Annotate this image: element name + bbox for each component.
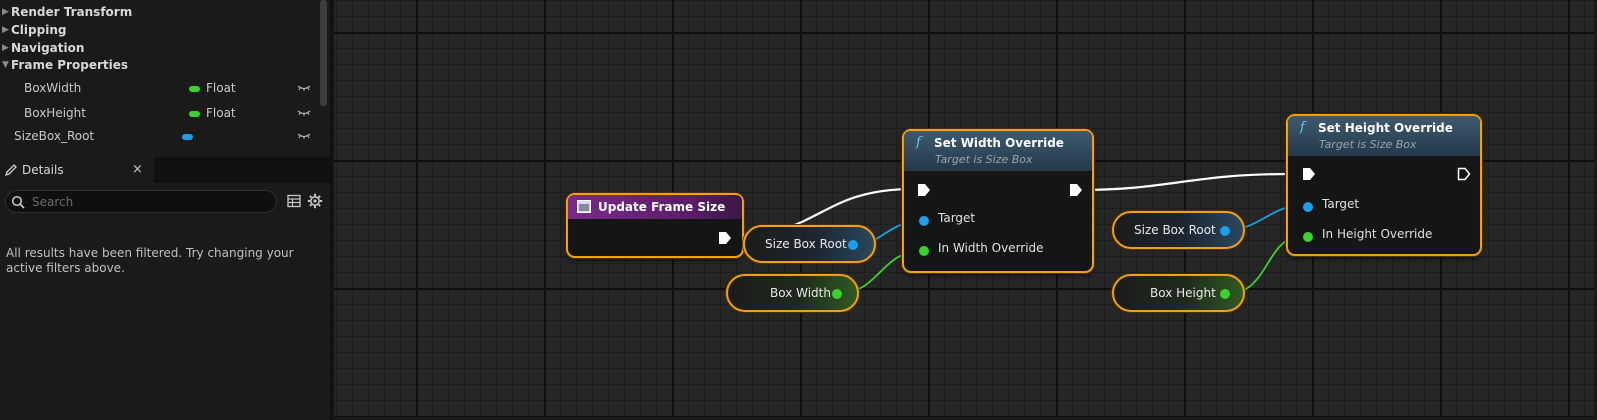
variable-node-box-height[interactable]: Box Height	[1112, 274, 1245, 312]
exec-input-pin[interactable]	[917, 183, 931, 197]
pin-label-target: Target	[1322, 197, 1360, 211]
function-node-set-width-override[interactable]: f Set Width Override Target is Size Box …	[902, 129, 1094, 273]
function-icon: f	[916, 135, 921, 150]
float-output-pin[interactable]	[832, 289, 842, 299]
pin-label-in-height-override: In Height Override	[1322, 227, 1433, 241]
width-input-pin[interactable]	[919, 246, 929, 256]
function-node-set-height-override[interactable]: f Set Height Override Target is Size Box…	[1286, 114, 1482, 256]
exec-input-pin[interactable]	[1302, 167, 1316, 181]
variable-label: Size Box Root	[1134, 223, 1216, 237]
node-title: Set Width Override	[934, 136, 1064, 150]
exec-output-pin[interactable]	[1457, 167, 1471, 181]
variable-node-size-box-root[interactable]: Size Box Root	[743, 225, 876, 263]
variable-label: Box Width	[770, 286, 831, 300]
node-subtitle: Target is Size Box	[1319, 138, 1417, 151]
height-input-pin[interactable]	[1303, 232, 1313, 242]
pin-label-target: Target	[938, 211, 976, 225]
target-input-pin[interactable]	[1303, 202, 1313, 212]
pin-label-in-width-override: In Width Override	[938, 241, 1044, 255]
exec-output-pin[interactable]	[1069, 183, 1083, 197]
object-output-pin[interactable]	[1220, 226, 1230, 236]
node-title: Set Height Override	[1318, 121, 1453, 135]
target-input-pin[interactable]	[919, 216, 929, 226]
node-subtitle: Target is Size Box	[935, 153, 1033, 166]
widget-event-icon	[577, 200, 591, 213]
exec-output-pin[interactable]	[718, 231, 732, 245]
function-icon: f	[1300, 120, 1305, 135]
variable-node-size-box-root[interactable]: Size Box Root	[1112, 211, 1245, 249]
variable-label: Size Box Root	[765, 237, 847, 251]
variable-label: Box Height	[1150, 286, 1216, 300]
variable-node-box-width[interactable]: Box Width	[726, 274, 859, 312]
object-output-pin[interactable]	[848, 240, 858, 250]
event-node-update-frame-size[interactable]: Update Frame Size	[566, 193, 744, 258]
float-output-pin[interactable]	[1220, 289, 1230, 299]
node-title: Update Frame Size	[598, 200, 726, 214]
